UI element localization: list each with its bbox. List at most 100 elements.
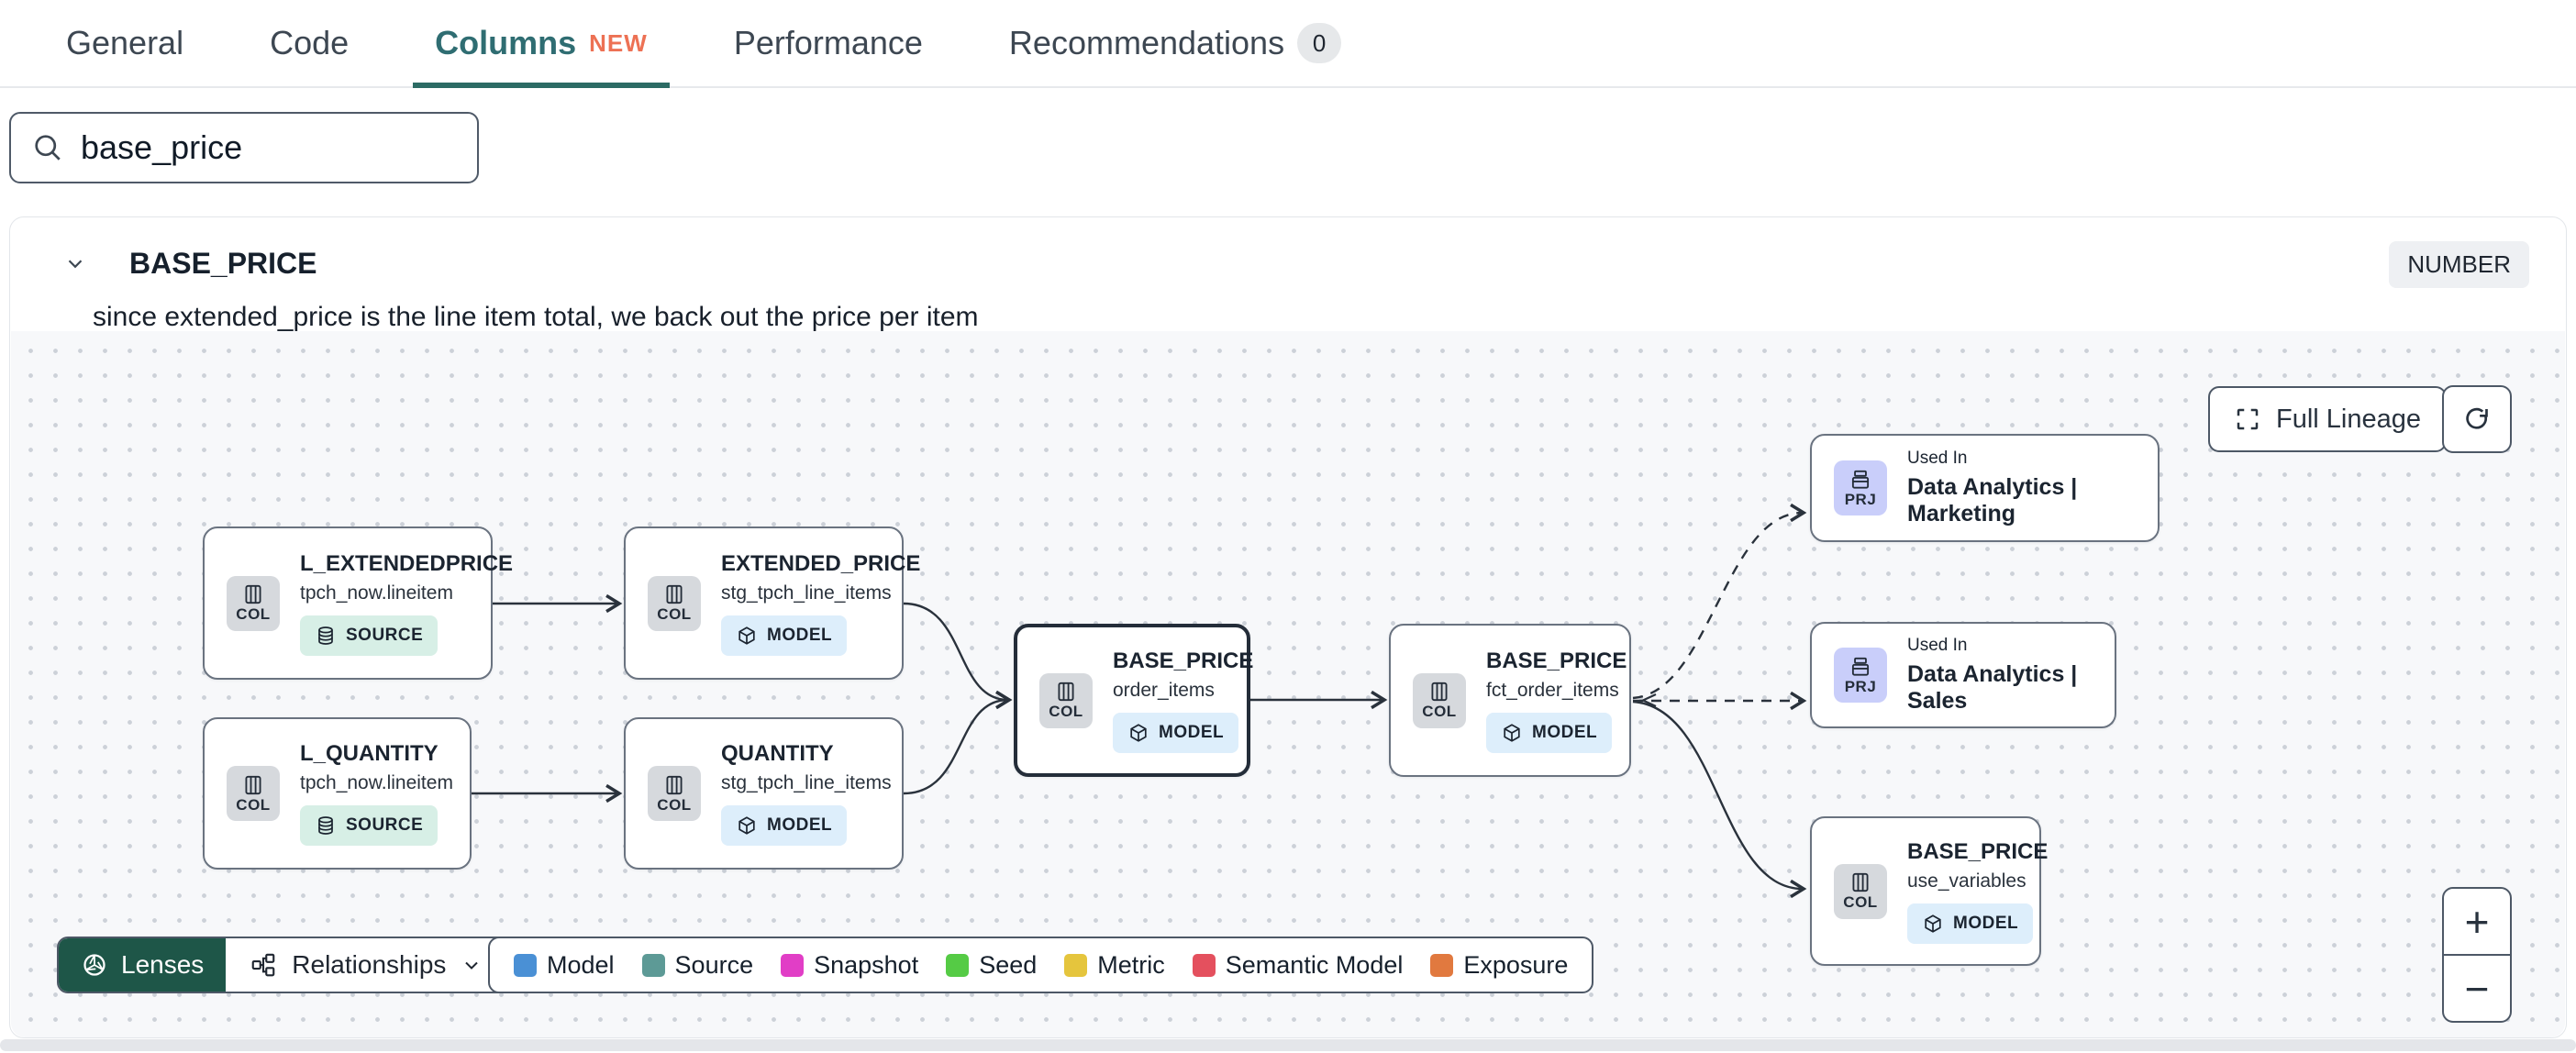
tab-label: Recommendations xyxy=(1008,24,1285,61)
prj-badge: PRJ xyxy=(1834,648,1887,703)
search-input[interactable] xyxy=(81,128,457,167)
refresh-button[interactable] xyxy=(2442,385,2512,453)
legend-swatch xyxy=(641,953,665,977)
badge-label: PRJ xyxy=(1844,490,1877,508)
resource-type-label: MODEL xyxy=(767,625,833,645)
column-panel: BASE_PRICE NUMBER since extended_price i… xyxy=(9,216,2567,1038)
lenses-toolbar: Lenses Relationships xyxy=(57,937,509,993)
database-icon xyxy=(315,625,337,647)
tab-code[interactable]: Code xyxy=(248,0,371,86)
legend-label: Source xyxy=(674,950,754,979)
legend-item-source: Source xyxy=(641,950,754,980)
database-icon xyxy=(315,815,337,837)
col-badge: COL xyxy=(227,575,280,631)
legend-swatch xyxy=(781,953,805,977)
columns-icon xyxy=(662,773,686,797)
lineage-node-base-price-use-variables[interactable]: COL BASE_PRICE use_variables MODEL xyxy=(1810,816,2048,966)
columns-icon xyxy=(662,582,686,606)
model-badge: MODEL xyxy=(721,805,848,846)
resource-type-label: MODEL xyxy=(1532,722,1598,742)
column-panel-header: BASE_PRICE NUMBER since extended_price i… xyxy=(10,217,2566,332)
cube-icon xyxy=(1501,722,1523,744)
tab-general[interactable]: General xyxy=(44,0,205,86)
relationships-label: Relationships xyxy=(292,950,447,979)
legend-label: Snapshot xyxy=(814,950,919,979)
full-lineage-button[interactable]: Full Lineage xyxy=(2208,386,2447,452)
resource-type-label: MODEL xyxy=(1953,913,2019,933)
legend-swatch xyxy=(1430,953,1454,977)
chevron-down-icon xyxy=(63,251,87,275)
badge-label: PRJ xyxy=(1844,677,1877,695)
legend-swatch xyxy=(1064,953,1088,977)
node-subtitle: fct_order_items xyxy=(1486,679,1619,701)
lineage-node-quantity[interactable]: COL QUANTITY stg_tpch_line_items MODEL xyxy=(624,717,904,870)
model-badge: MODEL xyxy=(1907,903,2034,944)
tab-label: Columns xyxy=(435,24,577,61)
count-badge: 0 xyxy=(1297,23,1342,63)
legend-swatch xyxy=(1192,953,1216,977)
lenses-label: Lenses xyxy=(121,950,205,979)
resource-type-label: MODEL xyxy=(1159,722,1225,742)
cube-icon xyxy=(736,815,758,837)
column-search[interactable] xyxy=(9,112,479,183)
lineage-node-l-quantity[interactable]: COL L_QUANTITY tpch_now.lineitem SOURCE xyxy=(203,717,472,870)
resource-type-label: MODEL xyxy=(767,815,833,835)
columns-icon xyxy=(241,582,265,606)
tab-recommendations[interactable]: Recommendations 0 xyxy=(987,0,1363,86)
lenses-button[interactable]: Lenses xyxy=(59,938,227,992)
lineage-canvas[interactable]: COL L_EXTENDEDPRICE tpch_now.lineitem SO… xyxy=(11,331,2565,1037)
column-description: since extended_price is the line item to… xyxy=(93,302,979,332)
zoom-out-button[interactable]: − xyxy=(2444,956,2510,1021)
expand-icon xyxy=(2234,405,2261,433)
tab-columns[interactable]: Columns NEW xyxy=(413,0,670,88)
horizontal-scrollbar[interactable] xyxy=(0,1039,2576,1051)
legend-item-snapshot: Snapshot xyxy=(781,951,918,980)
cube-icon xyxy=(1922,913,1944,935)
lineage-node-used-in-marketing[interactable]: PRJ Used In Data Analytics | Marketing xyxy=(1810,434,2160,542)
columns-icon xyxy=(1849,870,1872,894)
col-badge: COL xyxy=(227,766,280,821)
badge-label: COL xyxy=(236,605,271,624)
model-badge: MODEL xyxy=(1486,712,1613,753)
legend-label: Model xyxy=(547,950,615,979)
legend-item-model: Model xyxy=(514,951,615,980)
full-lineage-label: Full Lineage xyxy=(2276,404,2421,434)
lineage-node-base-price-fct-order-items[interactable]: COL BASE_PRICE fct_order_items MODEL xyxy=(1389,624,1631,777)
node-title: EXTENDED_PRICE xyxy=(721,550,921,576)
lineage-node-used-in-sales[interactable]: PRJ Used In Data Analytics | Sales xyxy=(1810,622,2116,728)
tab-bar: General Code Columns NEW Performance Rec… xyxy=(0,0,2576,88)
badge-label: COL xyxy=(1843,893,1878,912)
node-subtitle: tpch_now.lineitem xyxy=(300,582,453,604)
col-badge: COL xyxy=(1413,672,1466,728)
zoom-in-button[interactable]: + xyxy=(2444,889,2510,956)
cube-icon xyxy=(736,625,758,647)
node-kicker: Used In xyxy=(1907,636,1968,655)
node-subtitle: tpch_now.lineitem xyxy=(300,772,453,793)
node-subtitle: stg_tpch_line_items xyxy=(721,772,892,793)
legend-label: Metric xyxy=(1097,950,1165,979)
legend-item-seed: Seed xyxy=(946,951,1037,980)
node-title: QUANTITY xyxy=(721,741,834,766)
node-subtitle: order_items xyxy=(1113,679,1215,701)
legend-item-exposure: Exposure xyxy=(1430,951,1568,980)
relationships-dropdown[interactable]: Relationships xyxy=(226,938,506,992)
badge-label: COL xyxy=(1049,703,1083,721)
lineage-node-l-extendedprice[interactable]: COL L_EXTENDEDPRICE tpch_now.lineitem SO… xyxy=(203,526,513,680)
badge-label: COL xyxy=(1422,703,1457,721)
cube-icon xyxy=(1127,722,1149,744)
collapse-button[interactable] xyxy=(61,249,89,277)
tab-label: Performance xyxy=(733,24,923,61)
lineage-node-extended-price[interactable]: COL EXTENDED_PRICE stg_tpch_line_items M… xyxy=(624,526,920,680)
columns-icon xyxy=(1054,680,1078,704)
legend-label: Exposure xyxy=(1463,950,1569,979)
lineage-node-base-price-order-items[interactable]: COL BASE_PRICE order_items MODEL xyxy=(1014,624,1253,777)
refresh-icon xyxy=(2461,404,2493,435)
tab-performance[interactable]: Performance xyxy=(712,0,945,86)
source-badge: SOURCE xyxy=(300,615,439,656)
new-badge: NEW xyxy=(589,28,648,57)
legend-label: Seed xyxy=(979,950,1038,979)
col-badge: COL xyxy=(648,575,701,631)
node-kicker: Used In xyxy=(1907,449,1968,468)
search-icon xyxy=(31,131,64,164)
column-type-badge: NUMBER xyxy=(2389,241,2529,288)
